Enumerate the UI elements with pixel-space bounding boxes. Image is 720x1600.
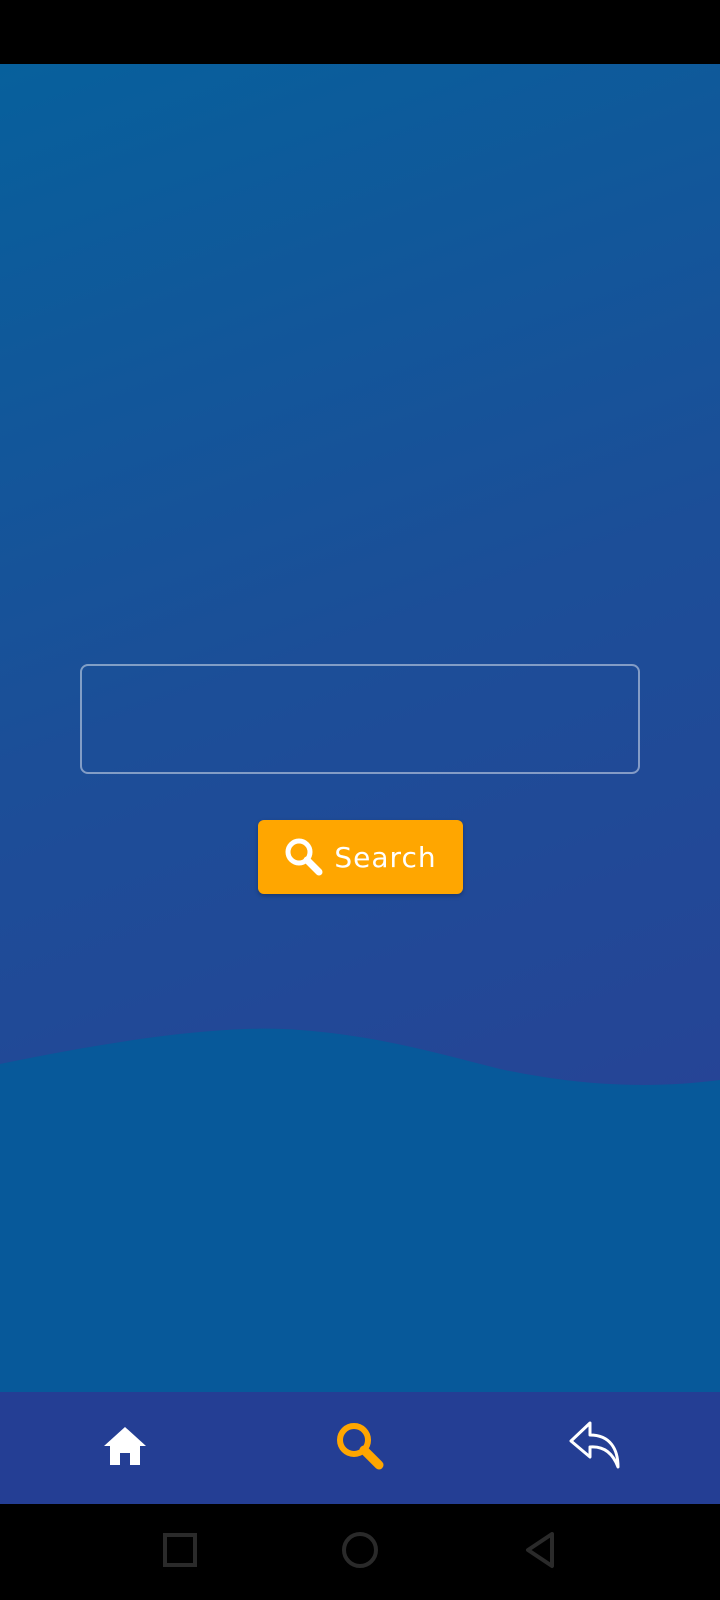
search-button-label: Search	[334, 840, 437, 874]
nav-item-search[interactable]	[300, 1392, 420, 1504]
app-screen: Search	[0, 0, 720, 1600]
system-navigation-bar	[0, 1504, 720, 1600]
back-triangle-icon	[520, 1530, 560, 1574]
search-button[interactable]: Search	[258, 820, 463, 894]
recent-apps-button[interactable]	[150, 1522, 210, 1582]
status-bar	[0, 0, 720, 64]
search-input[interactable]	[80, 664, 640, 774]
bottom-navigation	[0, 1392, 720, 1504]
system-home-button[interactable]	[330, 1522, 390, 1582]
home-circle-icon	[340, 1530, 380, 1574]
nav-item-home[interactable]	[65, 1392, 185, 1504]
recent-apps-icon	[162, 1532, 198, 1572]
reply-arrow-icon	[568, 1419, 622, 1477]
main-content: Search	[0, 64, 720, 1392]
system-back-button[interactable]	[510, 1522, 570, 1582]
search-icon	[284, 837, 324, 877]
nav-item-back[interactable]	[535, 1392, 655, 1504]
home-icon	[101, 1424, 149, 1472]
search-icon	[333, 1419, 387, 1477]
